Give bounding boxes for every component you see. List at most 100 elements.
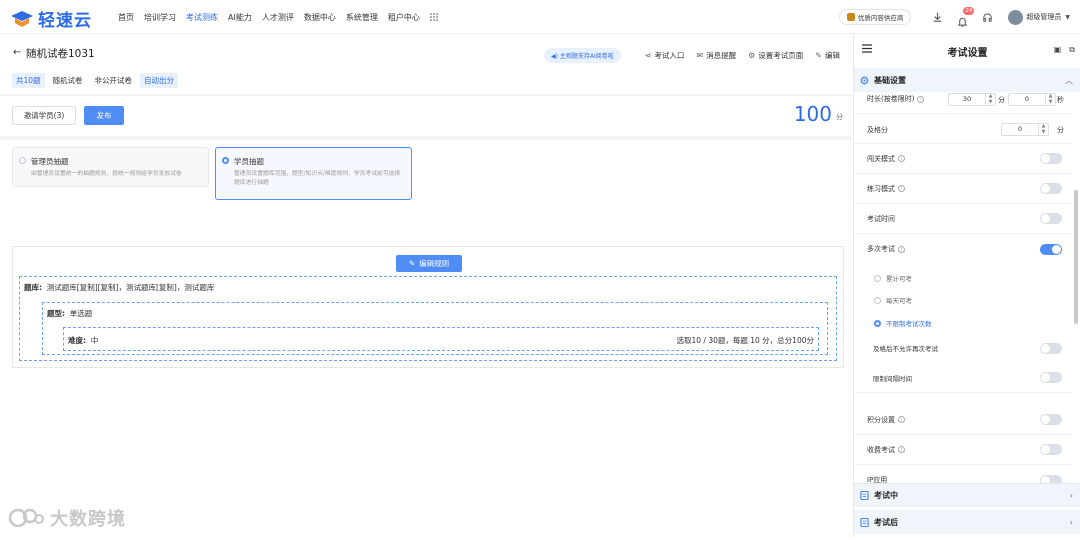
exam-settings-panel: 考试设置 ▣ ⧉ 基础设置 ︿ 时长(按卷限时) i 30 ▲ ▼ 分 0 ▲ ▼ 秒…: [853, 34, 1080, 537]
duration-minutes-stepper[interactable]: 30 ▲ ▼: [948, 93, 996, 106]
save-icon[interactable]: ▣: [1054, 45, 1062, 55]
info-icon[interactable]: i: [898, 155, 905, 162]
exam-entry-button[interactable]: ⋖ 考试入口: [645, 50, 685, 61]
radio-icon[interactable]: [874, 319, 881, 327]
exam-time-label: 考试时间: [867, 214, 895, 223]
difficulty-value: 中: [90, 336, 99, 345]
retake-option-cumulative[interactable]: 累计可考: [874, 273, 912, 283]
copy-icon[interactable]: ⧉: [1069, 45, 1075, 55]
practice-mode-toggle[interactable]: [1040, 183, 1062, 194]
edit-button[interactable]: ✎ 编辑: [815, 50, 840, 61]
exam-page-settings-button[interactable]: ⚙ 设置考试页面: [748, 50, 803, 61]
brand-logo[interactable]: 轻速云: [10, 6, 92, 31]
paid-exam-toggle[interactable]: [1040, 444, 1062, 455]
top-right-tools: 优质内容供应商 24 超级管理员 ▼: [838, 0, 1070, 34]
user-name[interactable]: 超级管理员: [1026, 12, 1061, 22]
nav-item-talent[interactable]: 人才测评: [262, 12, 294, 23]
nav-item-ai[interactable]: AI能力: [228, 12, 252, 23]
retake-option-daily[interactable]: 每天可考: [874, 295, 912, 305]
nav-item-home[interactable]: 首页: [118, 12, 134, 23]
points-settings-toggle[interactable]: [1040, 414, 1062, 425]
duration-seconds-stepper[interactable]: 0 ▲ ▼: [1008, 93, 1056, 106]
mode-student-draw[interactable]: 学员抽题 管理员设置题库范围，题型/知识点/难度规则，学员考试前可选择题库进行抽…: [215, 147, 412, 200]
pass-score-row: 及格分 0 ▲ ▼ 分: [854, 114, 1072, 144]
section-after-exam[interactable]: 考试后 ›: [854, 510, 1080, 534]
recommended-supplier-label: 优质内容供应商: [857, 14, 904, 22]
document-icon: [860, 517, 869, 527]
apps-grid-icon[interactable]: [429, 13, 438, 21]
radio-icon[interactable]: [874, 274, 881, 282]
mode-admin-draw[interactable]: 管理员抽题 由管理员设置统一的抽题规则，按统一规则给学员发放试卷: [12, 147, 209, 187]
exam-header: ← 随机试卷1031 共10题 随机试卷 非公开试卷 自动出分 ◀) 主观题支持…: [0, 34, 852, 94]
info-icon[interactable]: i: [898, 185, 905, 192]
total-score: 100: [793, 102, 832, 126]
nav-item-training[interactable]: 培训学习: [144, 12, 176, 23]
info-icon[interactable]: i: [898, 416, 905, 423]
mode-admin-radio[interactable]: [19, 157, 26, 164]
stepper-arrows-icon[interactable]: ▲ ▼: [985, 93, 995, 105]
duration-seconds-value[interactable]: 0: [1009, 94, 1045, 105]
chevron-right-icon[interactable]: ›: [1070, 491, 1073, 500]
edit-rules-button[interactable]: ✎ 编辑规则: [396, 255, 462, 272]
nav-item-data[interactable]: 数据中心: [304, 12, 336, 23]
edit-rules-label: 编辑规则: [419, 259, 450, 268]
ai-grading-pill[interactable]: ◀) 主观题支持AI阅卷啦: [543, 48, 621, 63]
message-reminder-button[interactable]: ✉ 消息提醒: [696, 50, 736, 61]
challenge-mode-label: 闯关模式: [867, 154, 895, 163]
exam-entry-label: 考试入口: [654, 51, 685, 60]
download-icon[interactable]: [932, 12, 943, 23]
challenge-mode-toggle[interactable]: [1040, 153, 1062, 164]
question-bank-value: 测试题库[复制][复制]，测试题库[复制]，测试题库: [46, 283, 215, 292]
main-nav: 首页 培训学习 考试测练 AI能力 人才测评 数据中心 系统管理 租户中心: [118, 0, 438, 34]
question-type-row: 题型: 单选题: [47, 308, 92, 319]
info-icon[interactable]: i: [917, 95, 925, 103]
publish-button[interactable]: 发布: [84, 106, 124, 125]
exam-time-toggle[interactable]: [1040, 213, 1062, 224]
draw-summary: 选取10 / 30题，每题 10 分，总分100分: [676, 336, 814, 345]
info-icon[interactable]: i: [898, 446, 905, 453]
duration-row: 时长(按卷限时) i 30 ▲ ▼ 分 0 ▲ ▼ 秒: [854, 84, 1072, 114]
pass-score-value[interactable]: 0: [1002, 124, 1038, 135]
info-icon[interactable]: i: [898, 245, 905, 253]
radio-icon[interactable]: [874, 296, 881, 304]
recommended-supplier-button[interactable]: 优质内容供应商: [838, 9, 912, 25]
avatar[interactable]: [1008, 9, 1024, 25]
nav-item-system[interactable]: 系统管理: [346, 12, 378, 23]
main-content: ← 随机试卷1031 共10题 随机试卷 非公开试卷 自动出分 ◀) 主观题支持…: [0, 34, 852, 540]
pencil-icon: ✎: [408, 259, 416, 268]
question-rules-panel: 管理员抽题 由管理员设置统一的抽题规则，按统一规则给学员发放试卷 学员抽题 管理…: [0, 140, 852, 540]
nav-item-exam[interactable]: 考试测练: [186, 12, 218, 23]
top-bar: 轻速云 首页 培训学习 考试测练 AI能力 人才测评 数据中心 系统管理 租户中…: [0, 0, 1080, 34]
gear-icon: ⚙: [748, 51, 756, 60]
mode-admin-desc: 由管理员设置统一的抽题规则，按统一规则给学员发放试卷: [31, 171, 182, 177]
no-retake-after-pass-toggle[interactable]: [1040, 342, 1062, 354]
caret-down-icon[interactable]: ▼: [1065, 14, 1070, 21]
stepper-arrows-icon[interactable]: ▲ ▼: [1038, 123, 1048, 135]
publish-bar: 邀请学员(3) 发布 100 分: [0, 96, 852, 136]
interval-limit-toggle[interactable]: [1040, 372, 1062, 383]
settings-scrollbar[interactable]: [1074, 190, 1078, 324]
nav-item-tenant[interactable]: 租户中心: [388, 12, 420, 23]
arrow-left-icon[interactable]: ←: [13, 47, 21, 58]
duration-minutes-unit: 分: [998, 96, 1005, 104]
retake-option-unlimited[interactable]: 不限制考试次数: [874, 318, 932, 328]
retake-option-label: 不限制考试次数: [886, 320, 932, 328]
watermark: 大数跨境: [8, 505, 126, 531]
section-during-exam[interactable]: 考试中 ›: [854, 483, 1080, 507]
page-title: 随机试卷1031: [26, 48, 95, 60]
watermark-logo-icon: [8, 508, 44, 528]
mode-student-radio[interactable]: [222, 157, 229, 164]
document-icon: [860, 491, 869, 500]
headset-icon[interactable]: [982, 12, 993, 23]
stepper-arrows-icon[interactable]: ▲ ▼: [1045, 93, 1055, 105]
pass-score-stepper[interactable]: 0 ▲ ▼: [1001, 123, 1049, 136]
notification-bell[interactable]: 24: [957, 6, 975, 27]
duration-seconds-unit: 秒: [1057, 96, 1064, 104]
mode-admin-title: 管理员抽题: [31, 157, 69, 166]
shield-icon: [846, 13, 855, 21]
duration-minutes-value[interactable]: 30: [949, 94, 985, 105]
chevron-right-icon[interactable]: ›: [1070, 518, 1073, 527]
invite-students-button[interactable]: 邀请学员(3): [12, 106, 76, 125]
edit-label: 编辑: [825, 51, 840, 60]
multiple-exams-toggle[interactable]: [1040, 243, 1062, 255]
